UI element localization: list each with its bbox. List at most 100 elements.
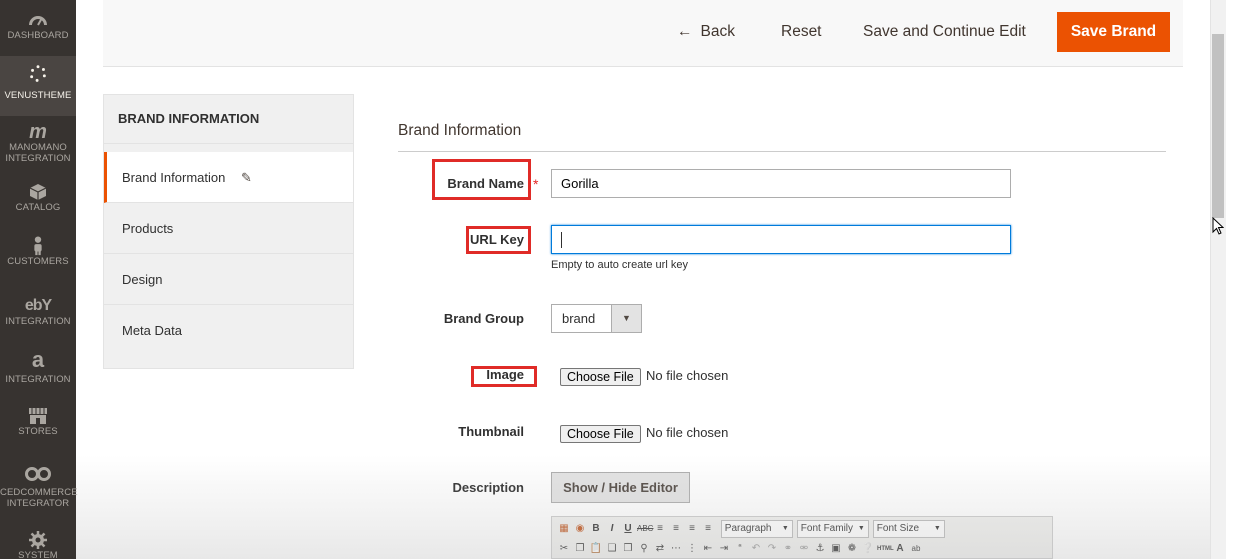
- nav-dashboard[interactable]: DASHBOARD: [0, 10, 76, 56]
- brand-group-label: Brand Group: [443, 311, 524, 326]
- thumbnail-choose-file-button[interactable]: Choose File: [560, 425, 641, 443]
- underline-icon[interactable]: U: [621, 522, 635, 536]
- show-hide-editor-button[interactable]: Show / Hide Editor: [551, 472, 690, 503]
- amazon-icon: a: [31, 347, 45, 372]
- cut-icon[interactable]: ✂: [557, 542, 571, 556]
- nav-label: STORES: [18, 426, 58, 437]
- image-file-status: No file chosen: [646, 368, 729, 383]
- tab-products[interactable]: Products: [104, 203, 353, 254]
- nav-customers[interactable]: CUSTOMERS: [0, 236, 76, 276]
- tab-meta-data[interactable]: Meta Data: [104, 305, 353, 356]
- nav-cedcommerce[interactable]: CEDCOMMERCE INTEGRATOR: [0, 464, 78, 516]
- tab-design[interactable]: Design: [104, 254, 353, 305]
- italic-icon[interactable]: I: [605, 522, 619, 536]
- font-size-label: Font Size: [876, 523, 920, 534]
- bold-icon[interactable]: B: [589, 522, 603, 536]
- scrollbar-thumb[interactable]: [1212, 34, 1224, 218]
- nav-system[interactable]: SYSTEM: [0, 530, 76, 559]
- align-center-icon[interactable]: ≡: [669, 522, 683, 536]
- editor-toolbar: ▦ ◉ B I U ABC ≡ ≡ ≡ ≡ Paragraph ▼ Font Family ▼ Font …: [551, 516, 1053, 559]
- indent-icon[interactable]: ⇥: [717, 542, 731, 556]
- html-icon[interactable]: HTML: [877, 542, 894, 556]
- image-insert-icon[interactable]: ◉: [573, 522, 587, 536]
- tabs-title: BRAND INFORMATION: [104, 95, 353, 144]
- cedcommerce-icon: [25, 467, 51, 481]
- paste-word-icon[interactable]: ❒: [621, 542, 635, 556]
- chevron-down-icon: ▼: [781, 525, 789, 532]
- align-right-icon[interactable]: ≡: [685, 522, 699, 536]
- mouse-cursor-icon: [1212, 217, 1224, 235]
- brand-name-label: Brand Name: [447, 176, 524, 191]
- toolbar-row: ▦ ◉ B I U ABC ≡ ≡ ≡ ≡ Paragraph ▼ Font Family ▼ Font …: [556, 520, 947, 540]
- toolbar-row: ✂ ❐ 📋 ❑ ❒ ⚲ ⇄ ⋯ ⋮ ⇤ ⇥ “↶ ↷ ⚭ ⚮ ⚓ ▣ ❁ ❔ HTML Aab: [556, 540, 924, 560]
- description-label: Description: [452, 480, 524, 495]
- chevron-down-icon: ▼: [611, 305, 641, 332]
- find-icon[interactable]: ⚲: [637, 542, 651, 556]
- nav-catalog[interactable]: CATALOG: [0, 182, 76, 222]
- image-choose-file-button[interactable]: Choose File: [560, 368, 641, 386]
- undo-icon[interactable]: ↶: [749, 542, 763, 556]
- numbered-list-icon[interactable]: ⋮: [685, 542, 699, 556]
- align-justify-icon[interactable]: ≡: [701, 522, 715, 536]
- chevron-down-icon: ▼: [933, 525, 941, 532]
- widget-icon[interactable]: ▦: [557, 522, 571, 536]
- link-icon[interactable]: ⚭: [781, 542, 795, 556]
- insert-image-icon[interactable]: ▣: [829, 542, 843, 556]
- nav-label: CUSTOMERS: [7, 256, 69, 267]
- nav-label: CEDCOMMERCE INTEGRATOR: [0, 487, 78, 509]
- replace-icon[interactable]: ⇄: [653, 542, 667, 556]
- align-left-icon[interactable]: ≡: [653, 522, 667, 536]
- required-asterisk: *: [533, 176, 539, 192]
- customers-icon: [34, 236, 42, 256]
- nav-label: CATALOG: [15, 202, 61, 213]
- image-label: Image: [486, 367, 524, 382]
- paste-icon[interactable]: 📋: [589, 542, 603, 556]
- outdent-icon[interactable]: ⇤: [701, 542, 715, 556]
- gear-icon: [29, 531, 47, 549]
- help-icon[interactable]: ❔: [861, 542, 875, 556]
- arrow-left-icon: ←: [677, 23, 693, 40]
- copy-icon[interactable]: ❐: [573, 542, 587, 556]
- anchor-icon[interactable]: ⚓: [813, 542, 827, 556]
- nav-stores[interactable]: STORES: [0, 406, 76, 446]
- reset-button[interactable]: Reset: [781, 12, 822, 52]
- strikethrough-icon[interactable]: ABC: [637, 522, 653, 536]
- nav-manomano[interactable]: m MANOMANO INTEGRATION: [0, 122, 76, 170]
- back-button[interactable]: ← Back: [677, 12, 735, 52]
- text-color-icon[interactable]: A: [893, 542, 907, 556]
- url-key-label: URL Key: [470, 232, 524, 247]
- brand-tabs: BRAND INFORMATION Brand Information ✎ Pr…: [103, 94, 354, 369]
- bullet-list-icon[interactable]: ⋯: [669, 542, 683, 556]
- section-divider: [398, 151, 1166, 152]
- spellcheck-icon[interactable]: ab: [909, 542, 923, 556]
- redo-icon[interactable]: ↷: [765, 542, 779, 556]
- paste-text-icon[interactable]: ❑: [605, 542, 619, 556]
- section-title: Brand Information: [398, 122, 522, 139]
- nav-label: INTEGRATION: [5, 374, 71, 385]
- save-continue-button[interactable]: Save and Continue Edit: [863, 12, 1026, 52]
- tab-label: Brand Information: [122, 170, 226, 185]
- paragraph-select[interactable]: Paragraph ▼: [720, 520, 793, 538]
- unlink-icon[interactable]: ⚮: [797, 542, 811, 556]
- nav-amazon-integration[interactable]: a INTEGRATION: [0, 347, 76, 390]
- save-brand-button[interactable]: Save Brand: [1057, 12, 1170, 52]
- cleanup-icon[interactable]: ❁: [845, 542, 859, 556]
- nav-label: MANOMANO INTEGRATION: [5, 142, 71, 164]
- font-size-select[interactable]: Font Size ▼: [872, 520, 945, 538]
- brand-group-value: brand: [562, 311, 596, 326]
- font-family-label: Font Family: [800, 523, 854, 534]
- brand-name-input[interactable]: [551, 169, 1011, 198]
- nav-ebay-integration[interactable]: ebY INTEGRATION: [0, 296, 76, 336]
- nav-label: SYSTEM: [18, 550, 58, 559]
- chevron-down-icon: ▼: [857, 525, 865, 532]
- thumbnail-file-status: No file chosen: [646, 425, 729, 440]
- font-family-select[interactable]: Font Family ▼: [796, 520, 869, 538]
- manomano-icon: m: [29, 121, 47, 143]
- pencil-icon: ✎: [240, 170, 252, 185]
- tab-brand-information[interactable]: Brand Information ✎: [104, 152, 353, 203]
- nav-label: DASHBOARD: [7, 30, 69, 41]
- blockquote-icon[interactable]: “: [733, 542, 747, 556]
- brand-group-select[interactable]: brand ▼: [551, 304, 642, 333]
- url-key-input[interactable]: [551, 225, 1011, 254]
- nav-venustheme[interactable]: VENUSTHEME: [0, 56, 76, 116]
